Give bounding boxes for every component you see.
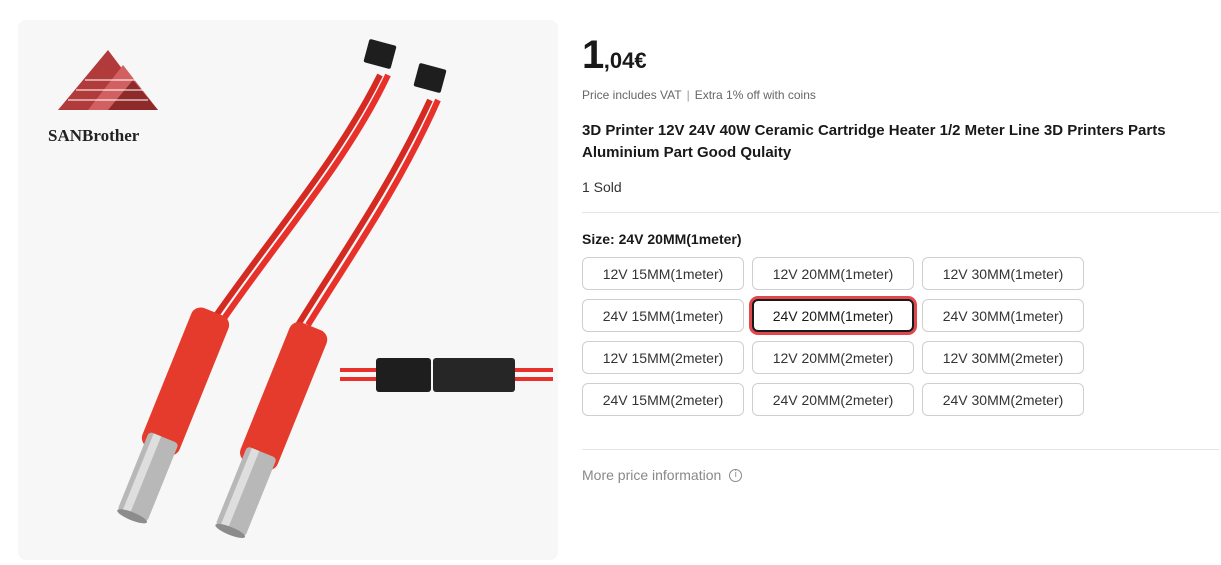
product-info: 1 ,04 € Price includes VAT | Extra 1% off … <box>582 0 1219 565</box>
divider <box>582 449 1219 450</box>
sold-count: 1 Sold <box>582 179 622 195</box>
size-option[interactable]: 24V 15MM(2meter) <box>582 383 744 416</box>
size-option[interactable]: 12V 20MM(1meter) <box>752 257 914 290</box>
price-decimal: ,04 <box>603 48 635 73</box>
more-price-info-link[interactable]: More price information i <box>582 467 743 483</box>
size-option[interactable]: 24V 15MM(1meter) <box>582 299 744 332</box>
more-price-info-label: More price information <box>582 467 722 483</box>
size-option[interactable]: 24V 20MM(2meter) <box>752 383 914 416</box>
brand-logo-text: SANBrother <box>48 126 140 145</box>
product-image[interactable]: SANBrother <box>18 20 558 560</box>
coin-note: Extra 1% off with coins <box>694 88 816 102</box>
size-option[interactable]: 12V 20MM(2meter) <box>752 341 914 374</box>
size-option[interactable]: 24V 30MM(2meter) <box>922 383 1084 416</box>
size-label: Size: 24V 20MM(1meter) <box>582 231 742 247</box>
price-note: Price includes VAT | Extra 1% off with coi… <box>582 88 816 102</box>
size-option[interactable]: 12V 15MM(1meter) <box>582 257 744 290</box>
divider <box>582 212 1219 213</box>
price-currency: € <box>634 48 647 73</box>
heater-product-photo: SANBrother <box>48 39 553 538</box>
price: 1 ,04 € <box>582 33 647 78</box>
info-icon[interactable]: i <box>729 468 743 482</box>
sanbrother-logo-icon <box>58 50 158 110</box>
product-title: 3D Printer 12V 24V 40W Ceramic Cartridge… <box>582 122 1166 161</box>
size-option[interactable]: 12V 30MM(2meter) <box>922 341 1084 374</box>
size-options: 12V 15MM(1meter) 12V 20MM(1meter) 12V 30… <box>582 257 1084 416</box>
size-option-selected[interactable]: 24V 20MM(1meter) <box>752 299 914 332</box>
size-option[interactable]: 12V 15MM(2meter) <box>582 341 744 374</box>
vat-note: Price includes VAT <box>582 88 682 102</box>
size-option[interactable]: 24V 30MM(1meter) <box>922 299 1084 332</box>
connector-inset <box>340 358 553 392</box>
price-integer: 1 <box>582 33 604 77</box>
size-option[interactable]: 12V 30MM(1meter) <box>922 257 1084 290</box>
